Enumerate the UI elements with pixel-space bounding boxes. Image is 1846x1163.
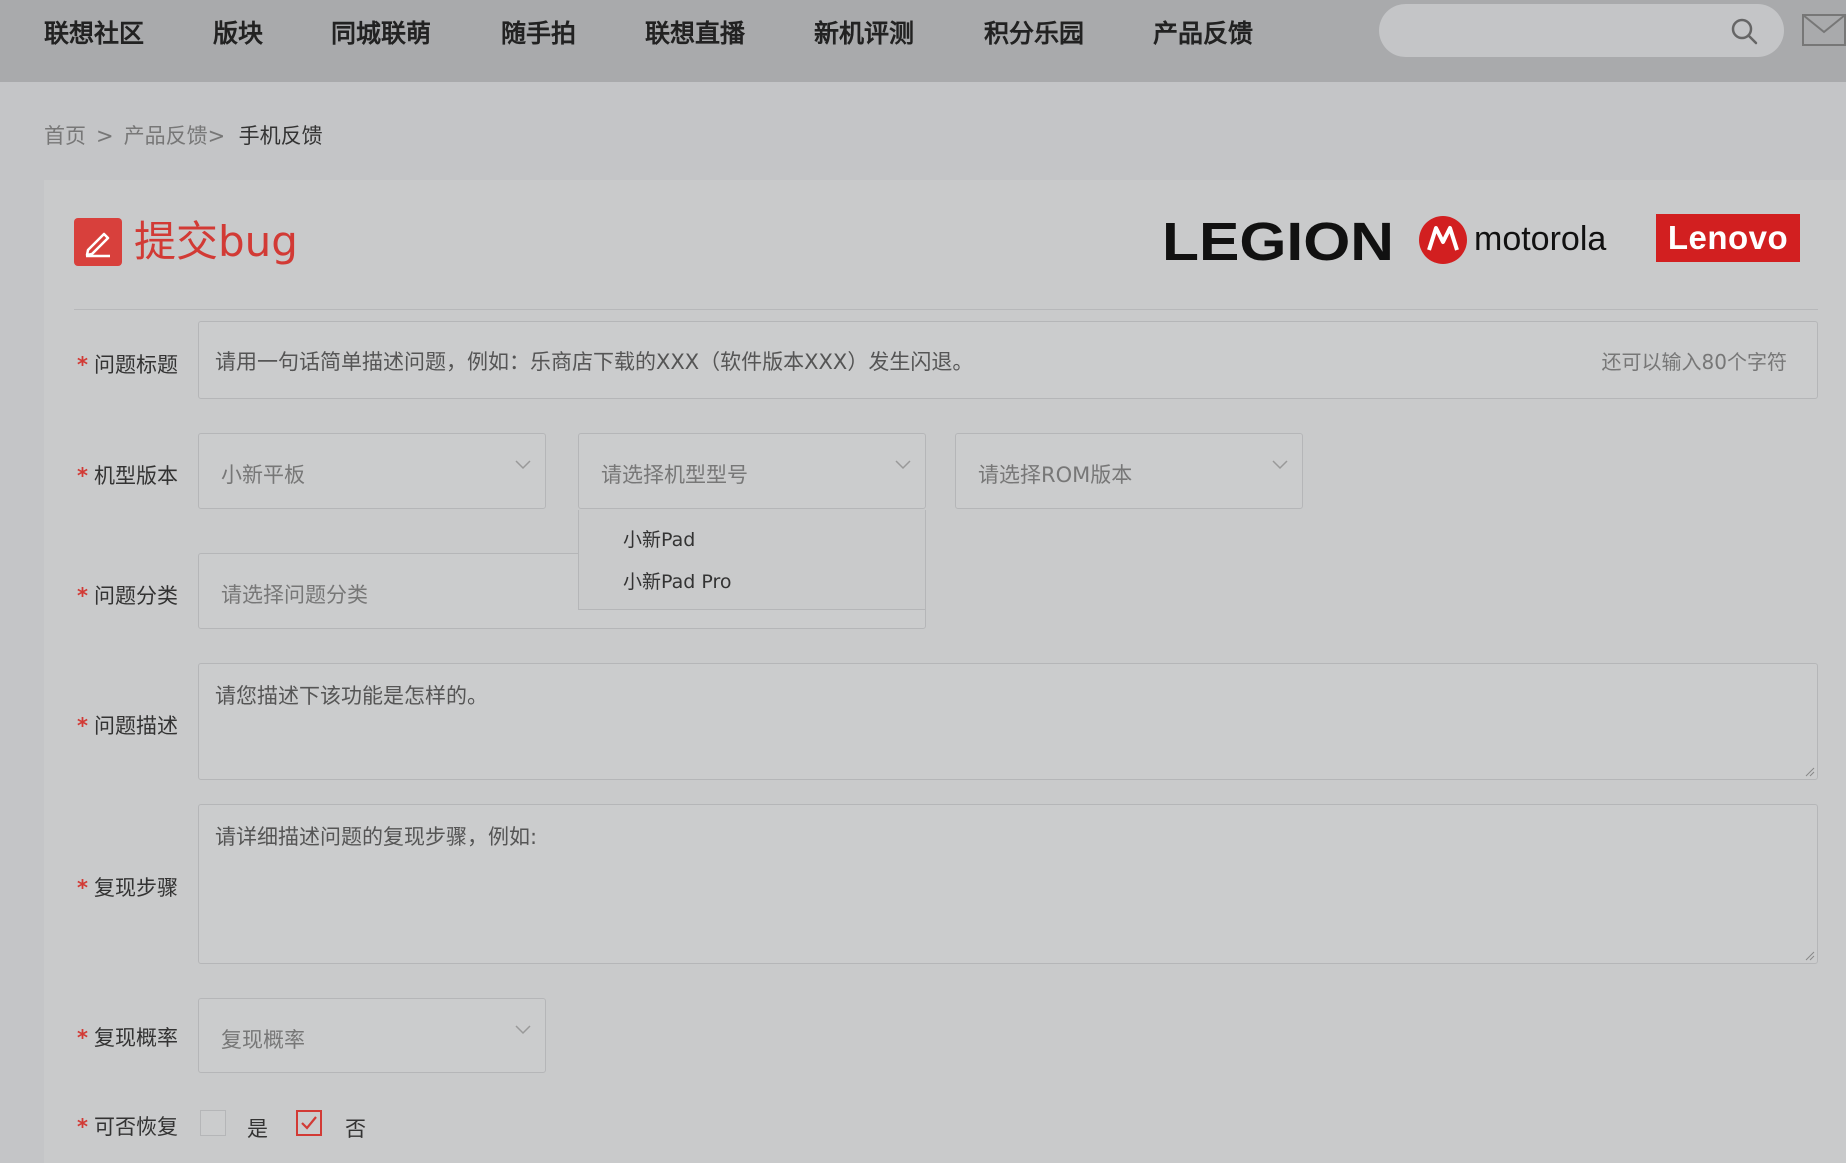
- char-counter: 还可以输入80个字符: [1601, 350, 1787, 374]
- breadcrumb-current: 手机反馈: [238, 124, 323, 148]
- rom-select-placeholder: 请选择ROM版本: [978, 463, 1133, 487]
- recoverable-yes-checkbox[interactable]: [200, 1110, 226, 1136]
- issue-title-label: * 问题标题: [77, 353, 178, 377]
- steps-textarea[interactable]: 请详细描述问题的复现步骤，例如:: [198, 804, 1818, 964]
- nav-item-live[interactable]: 联想直播: [645, 14, 745, 50]
- probability-placeholder: 复现概率: [221, 1028, 305, 1052]
- description-placeholder: 请您描述下该功能是怎样的。: [215, 684, 488, 708]
- required-mark: *: [77, 353, 88, 377]
- top-navigation: 联想社区 版块 同城联萌 随手拍 联想直播 新机评测 积分乐园 产品反馈: [0, 0, 1846, 82]
- chevron-down-icon: [895, 460, 911, 470]
- model-select[interactable]: 请选择机型型号: [578, 433, 926, 509]
- nav-item-community[interactable]: 联想社区: [44, 14, 144, 50]
- probability-label: * 复现概率: [77, 1026, 178, 1050]
- breadcrumb-home[interactable]: 首页: [44, 124, 86, 148]
- series-select-value: 小新平板: [221, 463, 305, 487]
- page-title: 提交bug: [134, 217, 298, 266]
- nav-item-boards[interactable]: 版块: [213, 14, 263, 50]
- svg-text:LEGION: LEGION: [1162, 212, 1394, 268]
- nav-item-points[interactable]: 积分乐园: [984, 14, 1084, 50]
- recoverable-label: * 可否恢复: [77, 1115, 178, 1139]
- lenovo-logo: Lenovo: [1656, 214, 1800, 262]
- category-label: * 问题分类: [77, 584, 178, 608]
- model-option[interactable]: 小新Pad Pro: [623, 567, 732, 594]
- description-label: * 问题描述: [77, 714, 178, 738]
- nav-item-snapshot[interactable]: 随手拍: [501, 14, 576, 50]
- chevron-down-icon: [515, 1025, 531, 1035]
- model-dropdown-list: 小新Pad 小新Pad Pro: [578, 510, 926, 610]
- model-option[interactable]: 小新Pad: [623, 525, 695, 552]
- search-input[interactable]: [1379, 4, 1784, 57]
- issue-title-input[interactable]: 请用一句话简单描述问题，例如：乐商店下载的XXX（软件版本XXX）发生闪退。 还…: [198, 321, 1818, 399]
- svg-text:motorola: motorola: [1474, 220, 1606, 258]
- description-textarea[interactable]: 请您描述下该功能是怎样的。: [198, 663, 1818, 780]
- chevron-down-icon: [515, 460, 531, 470]
- recoverable-yes-label: 是: [247, 1117, 268, 1141]
- bug-form-card: 提交bug LEGION motorola Lenovo * 问题标题 请用一句话…: [44, 180, 1846, 1163]
- category-placeholder: 请选择问题分类: [221, 583, 368, 607]
- series-select[interactable]: 小新平板: [198, 433, 546, 509]
- rom-select[interactable]: 请选择ROM版本: [955, 433, 1303, 509]
- legion-logo: LEGION: [1162, 212, 1394, 268]
- nav-item-feedback[interactable]: 产品反馈: [1153, 14, 1253, 50]
- edit-icon: [74, 218, 122, 266]
- issue-title-placeholder: 请用一句话简单描述问题，例如：乐商店下载的XXX（软件版本XXX）发生闪退。: [215, 350, 974, 374]
- steps-placeholder: 请详细描述问题的复现步骤，例如:: [215, 825, 538, 849]
- header-divider: [74, 309, 1818, 310]
- resize-handle-icon[interactable]: [1805, 951, 1815, 961]
- check-icon: [301, 1116, 317, 1130]
- model-select-placeholder: 请选择机型型号: [601, 463, 748, 487]
- steps-label: * 复现步骤: [77, 876, 178, 900]
- breadcrumb: 首页 > 产品反馈> 手机反馈: [44, 120, 323, 150]
- nav-item-review[interactable]: 新机评测: [814, 14, 914, 50]
- probability-select[interactable]: 复现概率: [198, 998, 546, 1073]
- chevron-down-icon: [1272, 460, 1288, 470]
- nav-item-local[interactable]: 同城联萌: [331, 14, 431, 50]
- search-icon[interactable]: [1730, 17, 1758, 45]
- breadcrumb-separator: >: [96, 124, 114, 148]
- recoverable-no-checkbox[interactable]: [296, 1110, 322, 1136]
- model-version-label: * 机型版本: [77, 464, 178, 488]
- recoverable-no-label: 否: [345, 1117, 366, 1141]
- resize-handle-icon[interactable]: [1805, 767, 1815, 777]
- breadcrumb-parent[interactable]: 产品反馈>: [124, 124, 226, 148]
- mail-icon[interactable]: [1802, 14, 1846, 46]
- motorola-logo: motorola: [1419, 214, 1631, 266]
